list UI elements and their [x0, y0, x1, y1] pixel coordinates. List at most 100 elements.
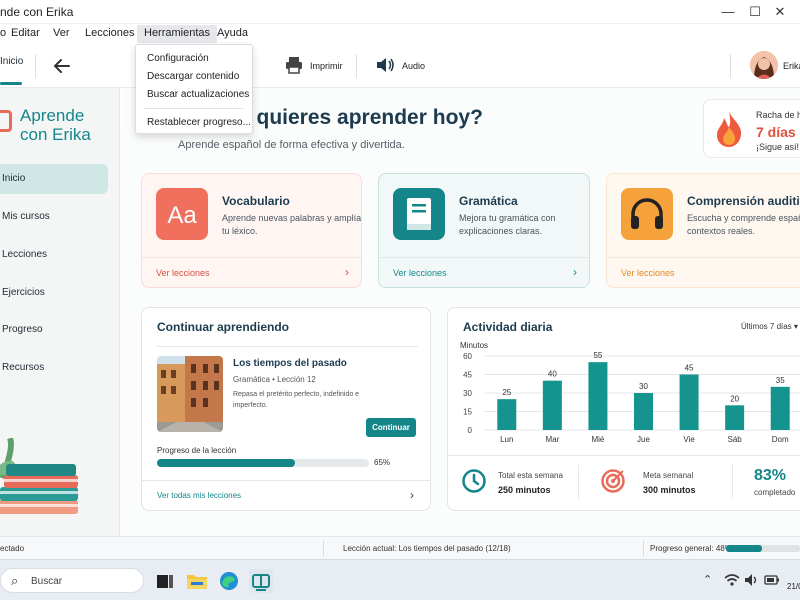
menu-item-descargar-contenido[interactable]: Descargar contenido	[147, 71, 239, 82]
x-tick-label: Mié	[591, 435, 604, 444]
volume-icon[interactable]	[744, 573, 760, 590]
svg-text:Aa: Aa	[167, 202, 197, 229]
x-tick-label: Lun	[500, 435, 513, 444]
panel-title: Continuar aprendiendo	[157, 320, 289, 334]
bar-value-label: 55	[593, 351, 602, 360]
menu-item-restablecer-progreso[interactable]: Restablecer progreso...	[147, 117, 251, 128]
card-description: Aprende nuevas palabras y amplía tu léxi…	[222, 213, 362, 236]
divider	[157, 346, 418, 347]
edge-browser-icon[interactable]	[217, 569, 241, 593]
clock-icon	[461, 468, 487, 494]
file-explorer-icon[interactable]	[185, 569, 209, 593]
chevron-right-icon[interactable]: ›	[573, 265, 577, 279]
lesson-thumbnail[interactable]	[157, 356, 223, 432]
bar	[542, 380, 562, 430]
card-link[interactable]: Ver lecciones	[393, 268, 447, 278]
card-link[interactable]: Ver lecciones	[621, 268, 675, 278]
card-title: Gramática	[459, 194, 518, 208]
y-tick-label: 30	[463, 389, 472, 398]
sidebar-item-mis-cursos[interactable]: Mis cursos	[0, 202, 108, 232]
audio-label[interactable]: Audio	[402, 61, 425, 71]
y-tick-label: 15	[463, 408, 472, 417]
page-subtitle: Aprende español de forma efectiva y dive…	[178, 139, 405, 151]
menu-item-configuracion[interactable]: Configuración	[147, 53, 209, 64]
continue-button[interactable]: Continuar	[366, 418, 416, 437]
sidebar-item-label: Ejercicios	[2, 287, 45, 298]
status-bar: ectado Lección actual: Los tiempos del p…	[0, 536, 800, 559]
chevron-right-icon[interactable]: ›	[410, 488, 414, 502]
progress-label: Progreso de la lección	[157, 446, 237, 455]
menu-lecciones[interactable]: Lecciones	[81, 27, 139, 39]
bar-value-label: 40	[548, 370, 557, 379]
sidebar-item-progreso[interactable]: Progreso	[0, 315, 108, 345]
print-label[interactable]: Imprimir	[310, 61, 343, 71]
toolbar: Inicio Imprimir Audio Erika	[0, 44, 800, 88]
logo-icon	[0, 110, 12, 132]
streak-label: Racha de ho	[756, 110, 800, 120]
back-arrow-icon[interactable]	[52, 54, 72, 78]
card-footer[interactable]: Ver lecciones ›	[607, 257, 800, 287]
book-icon	[393, 188, 445, 240]
books-plant-illustration	[0, 436, 119, 536]
continue-learning-panel: Continuar aprendiendo Los tiempos del pa…	[141, 307, 431, 511]
stat-value: 300 minutos	[643, 485, 696, 495]
sidebar-item-ejercicios[interactable]: Ejercicios	[0, 278, 108, 308]
user-name[interactable]: Erika	[783, 61, 800, 71]
menu-ver[interactable]: Ver	[49, 27, 74, 39]
title-bar: nde con Erika — ☐ ✕	[0, 0, 800, 24]
flame-icon	[714, 110, 744, 148]
menu-editar[interactable]: Editar	[7, 27, 44, 39]
toolbar-divider	[35, 54, 36, 78]
close-icon[interactable]: ✕	[770, 2, 790, 22]
streak-message: ¡Sigue así!	[756, 142, 800, 152]
vocabulario-card[interactable]: Aa Vocabulario Aprende nuevas palabras y…	[141, 173, 362, 288]
speaker-icon[interactable]	[375, 56, 395, 74]
sidebar-item-recursos[interactable]: Recursos	[0, 353, 108, 383]
menu-herramientas[interactable]: Herramientas	[137, 25, 218, 43]
gramatica-card[interactable]: Gramática Mejora tu gramática con explic…	[378, 173, 590, 288]
connection-status: ectado	[0, 544, 25, 553]
x-tick-label: Dom	[772, 435, 789, 444]
x-tick-label: Mar	[545, 435, 559, 444]
sidebar-item-lecciones[interactable]: Lecciones	[0, 240, 108, 270]
bar	[725, 405, 745, 430]
comprension-auditiva-card[interactable]: Comprensión auditiva Escucha y comprende…	[606, 173, 800, 288]
toolbar-divider	[356, 54, 357, 78]
search-placeholder: Buscar	[31, 576, 63, 587]
card-title: Vocabulario	[222, 194, 290, 208]
menu-ayuda[interactable]: Ayuda	[213, 27, 252, 39]
task-view-icon[interactable]	[153, 569, 177, 593]
card-description: Mejora tu gramática con explicaciones cl…	[459, 213, 556, 236]
stat-label: Total esta semana	[498, 471, 563, 480]
sidebar-item-inicio[interactable]: Inicio	[0, 164, 108, 194]
chevron-up-icon[interactable]: ⌃	[703, 573, 712, 586]
y-tick-label: 0	[468, 426, 473, 435]
maximize-icon[interactable]: ☐	[745, 2, 765, 22]
menu-bar: o Editar Ver Lecciones Herramientas Ayud…	[0, 24, 800, 44]
lesson-description: Repasa el pretérito perfecto, indefinido…	[233, 391, 360, 409]
sidebar-item-label: Mis cursos	[2, 211, 50, 222]
menu-item-buscar-actualizaciones[interactable]: Buscar actualizaciones	[147, 89, 249, 100]
search-icon: ⌕	[11, 573, 19, 588]
see-all-lessons-link[interactable]: Ver todas mis lecciones	[157, 491, 241, 500]
wifi-icon[interactable]	[724, 573, 740, 590]
bar	[634, 393, 653, 430]
card-link[interactable]: Ver lecciones	[156, 268, 210, 278]
bar-value-label: 45	[685, 364, 694, 373]
battery-icon[interactable]	[764, 573, 780, 590]
bar-value-label: 30	[639, 382, 648, 391]
home-tab[interactable]: Inicio	[0, 56, 23, 67]
status-divider	[323, 541, 324, 556]
overall-progress-bar	[726, 545, 800, 552]
lesson-title[interactable]: Los tiempos del pasado	[233, 358, 347, 369]
taskbar-search[interactable]: ⌕ Buscar	[0, 568, 144, 593]
clock-date: 21/0	[787, 582, 800, 591]
printer-icon[interactable]	[285, 56, 303, 74]
aprende-app-icon[interactable]	[249, 569, 273, 593]
card-footer[interactable]: Ver lecciones ›	[142, 257, 361, 287]
user-avatar[interactable]	[750, 51, 778, 79]
home-tab-indicator	[0, 82, 22, 85]
minimize-icon[interactable]: —	[718, 2, 738, 22]
chevron-right-icon[interactable]: ›	[345, 265, 349, 279]
card-footer[interactable]: Ver lecciones ›	[379, 257, 589, 287]
